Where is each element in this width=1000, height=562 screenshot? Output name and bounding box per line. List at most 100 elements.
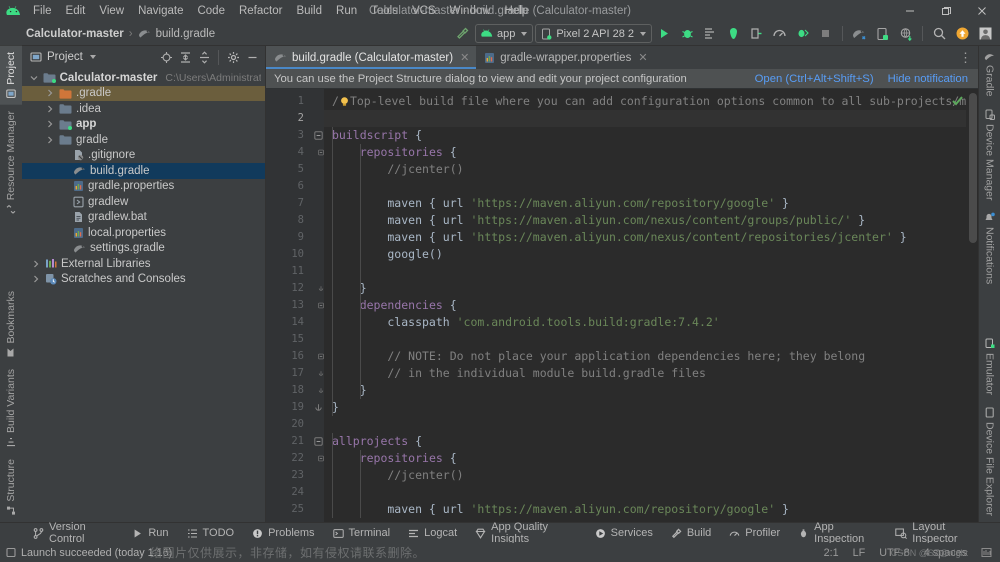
breadcrumb-project[interactable]: Calculator-master <box>26 28 124 40</box>
gradle-sync-icon[interactable] <box>849 23 870 44</box>
attach-debugger-icon[interactable] <box>792 23 813 44</box>
bottom-tab-layout-inspector[interactable]: Layout Inspector <box>886 521 990 545</box>
sidebar-item-emulator[interactable]: Emulator <box>979 332 1000 401</box>
tree-item-gradlew[interactable]: gradlew <box>22 194 265 210</box>
tree-item-build-gradle[interactable]: build.gradle <box>22 163 265 179</box>
tree-item-scratches-and-consoles[interactable]: Scratches and Consoles <box>22 272 265 288</box>
menu-bar[interactable]: File Edit View Navigate Code Refactor Bu… <box>26 1 535 21</box>
expand-all-icon[interactable] <box>176 48 194 66</box>
tree-item-gradle-properties[interactable]: gradle.properties <box>22 179 265 195</box>
editor-tab-build-gradle[interactable]: build.gradle (Calculator-master) ✕ <box>266 46 477 69</box>
editor-scrollbar[interactable] <box>966 89 978 522</box>
code-line[interactable]: maven { url 'https://maven.aliyun.com/re… <box>324 501 966 518</box>
code-line[interactable]: maven { url 'https://maven.aliyun.com/ne… <box>324 229 966 246</box>
device-selector[interactable]: Pixel 2 API 28 2 <box>535 24 652 43</box>
tree-item-local-properties[interactable]: local.properties <box>22 225 265 241</box>
code-fold-toggle-icon[interactable] <box>312 297 324 314</box>
apply-changes-icon[interactable] <box>746 23 767 44</box>
code-fold-toggle-icon[interactable] <box>312 450 324 467</box>
line-separator[interactable]: LF <box>853 547 866 559</box>
line-number-gutter[interactable]: 1 2 3 4 5 6 7 8 9 10 11 12 13 14 15 16 17 18 19 20 21 22 23 24 2… <box>266 89 312 522</box>
tree-item-calculator-master[interactable]: Calculator-master C:\Users\Administrator\… <box>22 70 265 86</box>
bottom-tab-version-control[interactable]: Version Control <box>24 521 123 545</box>
profiler-icon[interactable] <box>769 23 790 44</box>
editor-tab-bar[interactable]: build.gradle (Calculator-master) ✕ gradl… <box>266 46 978 69</box>
code-line[interactable]: repositories { <box>324 450 966 467</box>
code-line[interactable]: allprojects { <box>324 433 966 450</box>
bottom-tab-terminal[interactable]: Terminal <box>324 523 400 544</box>
code-line[interactable] <box>324 263 966 280</box>
code-line[interactable] <box>324 110 966 127</box>
close-icon[interactable]: ✕ <box>638 51 647 64</box>
project-panel-actions[interactable] <box>157 48 261 66</box>
collapse-all-icon[interactable] <box>195 48 213 66</box>
menu-item-view[interactable]: View <box>92 1 131 21</box>
run-icon[interactable] <box>654 23 675 44</box>
open-project-structure-link[interactable]: Open (Ctrl+Alt+Shift+S) <box>755 73 874 85</box>
code-line[interactable]: buildscript { <box>324 127 966 144</box>
more-options-icon[interactable]: ⋮ <box>959 50 972 66</box>
code-line[interactable]: } <box>324 399 966 416</box>
chevron-down-icon[interactable] <box>89 55 96 59</box>
sidebar-item-bookmarks[interactable]: Bookmarks <box>0 285 22 364</box>
code-fold-toggle-icon[interactable] <box>312 433 324 450</box>
menu-item-file[interactable]: File <box>26 1 59 21</box>
tree-item-idea[interactable]: .idea <box>22 101 265 117</box>
tree-item-gradle[interactable]: .gradle <box>22 85 265 101</box>
menu-item-tools[interactable]: Tools <box>364 1 405 21</box>
code-line[interactable]: // in the individual module build.gradle… <box>324 365 966 382</box>
sidebar-item-notifications[interactable]: Notifications <box>979 206 1000 290</box>
bottom-tab-problems[interactable]: Problems <box>243 523 323 544</box>
chevron-right-icon[interactable] <box>44 120 55 128</box>
profile-app-icon[interactable] <box>723 23 744 44</box>
update-icon[interactable] <box>952 23 973 44</box>
sidebar-item-device-file-explorer[interactable]: Device File Explorer <box>979 401 1000 522</box>
bottom-tab-services[interactable]: Services <box>586 523 662 544</box>
code-line[interactable] <box>324 178 966 195</box>
code-line[interactable]: maven { url 'https://maven.aliyun.com/ne… <box>324 212 966 229</box>
menu-item-vcs[interactable]: VCS <box>405 1 443 21</box>
code-editor[interactable]: 1 2 3 4 5 6 7 8 9 10 11 12 13 14 15 16 17 18 19 20 21 22 23 24 2… <box>266 89 978 522</box>
minimize-button[interactable] <box>892 0 928 22</box>
code-line[interactable]: } <box>324 280 966 297</box>
close-button[interactable] <box>964 0 1000 22</box>
build-hammer-icon[interactable] <box>452 23 473 44</box>
chevron-right-icon[interactable] <box>44 136 55 144</box>
toolbar-actions[interactable]: app Pixel 2 API 28 2 <box>452 23 1000 44</box>
sidebar-item-build-variants[interactable]: Build Variants <box>0 363 22 453</box>
menu-item-code[interactable]: Code <box>190 1 232 21</box>
code-line[interactable]: } <box>324 382 966 399</box>
bottom-tab-app-inspection[interactable]: App Inspection <box>789 521 886 545</box>
intention-bulb-icon[interactable] <box>339 96 350 107</box>
memory-indicator-icon[interactable] <box>981 547 992 558</box>
maximize-button[interactable] <box>928 0 964 22</box>
code-line[interactable]: //jcenter() <box>324 161 966 178</box>
run-configuration-selector[interactable]: app <box>474 24 534 43</box>
notification-links[interactable]: Open (Ctrl+Alt+Shift+S) Hide notificatio… <box>755 73 968 85</box>
search-icon[interactable] <box>929 23 950 44</box>
code-line[interactable]: / Top-level build file where you can add … <box>324 93 966 110</box>
bottom-tab-logcat[interactable]: Logcat <box>399 523 466 544</box>
tree-item-settings-gradle[interactable]: settings.gradle <box>22 241 265 257</box>
sidebar-item-project[interactable]: Project <box>0 46 22 105</box>
code-fold-toggle-icon[interactable] <box>312 399 324 416</box>
caret-position[interactable]: 2:1 <box>824 547 839 559</box>
code-line[interactable]: dependencies { <box>324 297 966 314</box>
code-fold-toggle-icon[interactable] <box>312 127 324 144</box>
chevron-right-icon[interactable] <box>30 260 41 268</box>
settings-gear-icon[interactable] <box>224 48 242 66</box>
code-line[interactable] <box>324 484 966 501</box>
tree-item-external-libraries[interactable]: External Libraries <box>22 256 265 272</box>
code-fold-toggle-icon[interactable] <box>312 382 324 399</box>
run-with-coverage-icon[interactable] <box>700 23 721 44</box>
no-problems-check-icon[interactable] <box>951 94 964 107</box>
sidebar-item-resource-manager[interactable]: Resource Manager <box>0 105 22 220</box>
avatar-icon[interactable] <box>975 23 996 44</box>
menu-item-run[interactable]: Run <box>329 1 364 21</box>
indent-setting[interactable]: 4 spaces <box>924 547 967 559</box>
code-line[interactable]: repositories { <box>324 144 966 161</box>
code-folding-gutter[interactable] <box>312 89 324 522</box>
chevron-right-icon[interactable] <box>44 105 55 113</box>
hide-panel-icon[interactable] <box>243 48 261 66</box>
menu-item-refactor[interactable]: Refactor <box>232 1 289 21</box>
